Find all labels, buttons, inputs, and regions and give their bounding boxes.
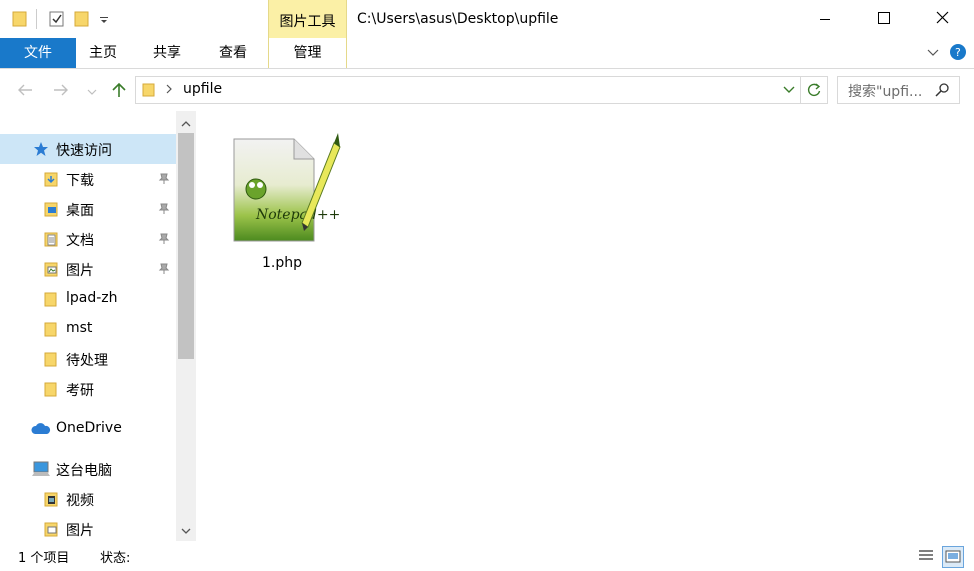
nav-item-desktop[interactable]: 桌面 bbox=[0, 194, 176, 224]
window-title: C:\Users\asus\Desktop\upfile bbox=[357, 11, 559, 27]
nav-item-label: 下载 bbox=[66, 173, 94, 189]
refresh-icon[interactable] bbox=[806, 82, 822, 102]
status-label: 状态: bbox=[100, 551, 131, 566]
folder-icon bbox=[142, 82, 156, 102]
tab-home[interactable]: 主页 bbox=[80, 38, 126, 68]
nav-item-label: OneDrive bbox=[56, 420, 122, 436]
maximize-button[interactable] bbox=[860, 0, 906, 38]
forward-icon[interactable] bbox=[52, 82, 70, 102]
pictures-folder-icon bbox=[44, 261, 60, 281]
up-icon[interactable] bbox=[110, 81, 128, 103]
nav-item-label: 图片 bbox=[66, 523, 94, 539]
close-button[interactable] bbox=[918, 0, 964, 38]
tab-file[interactable]: 文件 bbox=[0, 38, 76, 68]
nav-item-label: mst bbox=[66, 320, 93, 336]
status-bar: 1 个项目 状态: bbox=[0, 541, 974, 571]
properties-icon[interactable] bbox=[49, 10, 65, 28]
search-icon[interactable] bbox=[934, 82, 950, 102]
tab-view[interactable]: 查看 bbox=[210, 38, 256, 68]
nav-item-label: 视频 bbox=[66, 493, 94, 509]
folder-icon bbox=[44, 291, 60, 311]
chevron-right-icon[interactable] bbox=[164, 82, 174, 100]
nav-item-documents[interactable]: 文档 bbox=[0, 224, 176, 254]
folder-icon bbox=[44, 321, 60, 341]
pin-icon[interactable] bbox=[158, 203, 170, 215]
file-list: Notepad++ 1.php bbox=[196, 111, 974, 541]
large-icons-view-icon[interactable] bbox=[942, 546, 964, 568]
svg-text:?: ? bbox=[955, 46, 961, 59]
computer-icon bbox=[31, 461, 51, 481]
nav-item-pictures[interactable]: 图片 bbox=[0, 254, 176, 284]
nav-item-this-pc[interactable]: 这台电脑 bbox=[0, 454, 176, 484]
documents-folder-icon bbox=[44, 231, 60, 251]
scroll-down-icon[interactable] bbox=[180, 524, 192, 540]
address-dropdown-icon[interactable] bbox=[782, 83, 796, 101]
nav-item-label: 这台电脑 bbox=[56, 463, 112, 479]
folder-icon bbox=[44, 351, 60, 371]
tab-manage[interactable]: 管理 bbox=[268, 38, 347, 68]
search-placeholder: 搜索"upfi... bbox=[848, 84, 923, 100]
ribbon: 文件 主页 共享 查看 管理 ? bbox=[0, 38, 974, 69]
new-folder-icon[interactable] bbox=[74, 10, 90, 28]
navigation-pane: 快速访问 下载 桌面 文档 图片 lpad-zh mst 待处理 考研 OneD… bbox=[0, 111, 176, 541]
nav-item-label: 快速访问 bbox=[56, 143, 112, 159]
nav-item-lpad-zh[interactable]: lpad-zh bbox=[0, 284, 176, 314]
nav-item-label: 桌面 bbox=[66, 203, 94, 219]
file-name[interactable]: 1.php bbox=[222, 255, 342, 271]
folder-icon bbox=[44, 381, 60, 401]
title-bar: 图片工具 C:\Users\asus\Desktop\upfile bbox=[0, 0, 974, 38]
nav-scrollbar[interactable] bbox=[176, 111, 196, 541]
svg-text:Notepad++: Notepad++ bbox=[255, 207, 340, 223]
nav-item-label: 待处理 bbox=[66, 353, 108, 369]
nav-item-label: 文档 bbox=[66, 233, 94, 249]
expand-ribbon-icon[interactable] bbox=[926, 46, 940, 64]
nav-item-pending[interactable]: 待处理 bbox=[0, 344, 176, 374]
scroll-up-icon[interactable] bbox=[180, 117, 192, 133]
back-icon[interactable] bbox=[16, 82, 34, 102]
customize-toolbar-icon[interactable] bbox=[98, 10, 114, 28]
details-view-icon[interactable] bbox=[916, 546, 936, 566]
pin-icon[interactable] bbox=[158, 233, 170, 245]
desktop-folder-icon bbox=[44, 201, 60, 221]
folder-icon bbox=[12, 10, 28, 28]
nav-item-mst[interactable]: mst bbox=[0, 314, 176, 344]
nav-item-kaoyan[interactable]: 考研 bbox=[0, 374, 176, 404]
minimize-button[interactable] bbox=[802, 0, 848, 38]
address-bar[interactable]: upfile bbox=[135, 76, 828, 104]
cloud-icon bbox=[31, 422, 51, 440]
pin-icon[interactable] bbox=[158, 173, 170, 185]
recent-locations-icon[interactable] bbox=[87, 85, 97, 101]
nav-item-label: 图片 bbox=[66, 263, 94, 279]
nav-item-label: 考研 bbox=[66, 383, 94, 399]
address-row: upfile 搜索"upfi... bbox=[0, 69, 974, 111]
videos-folder-icon bbox=[44, 491, 60, 511]
help-icon[interactable]: ? bbox=[950, 44, 966, 60]
star-icon bbox=[33, 141, 49, 161]
scroll-thumb[interactable] bbox=[178, 133, 194, 359]
file-item[interactable]: Notepad++ 1.php bbox=[222, 125, 342, 271]
picture-tools-tab[interactable]: 图片工具 bbox=[268, 0, 347, 38]
picture-tools-label: 图片工具 bbox=[279, 14, 336, 30]
download-folder-icon bbox=[44, 171, 60, 191]
nav-item-label: lpad-zh bbox=[66, 290, 118, 306]
nav-item-pictures-pc[interactable]: 图片 bbox=[0, 514, 176, 544]
notepad-plus-plus-file-icon: Notepad++ bbox=[230, 127, 342, 249]
nav-item-onedrive[interactable]: OneDrive bbox=[0, 414, 176, 444]
tab-share[interactable]: 共享 bbox=[144, 38, 190, 68]
pin-icon[interactable] bbox=[158, 263, 170, 275]
search-input[interactable]: 搜索"upfi... bbox=[837, 76, 960, 104]
item-count: 1 个项目 bbox=[18, 551, 70, 566]
nav-item-videos[interactable]: 视频 bbox=[0, 484, 176, 514]
path-segment[interactable]: upfile bbox=[183, 81, 222, 97]
pictures-folder-icon bbox=[44, 521, 60, 541]
nav-item-downloads[interactable]: 下载 bbox=[0, 164, 176, 194]
nav-item-quick-access[interactable]: 快速访问 bbox=[0, 134, 176, 164]
